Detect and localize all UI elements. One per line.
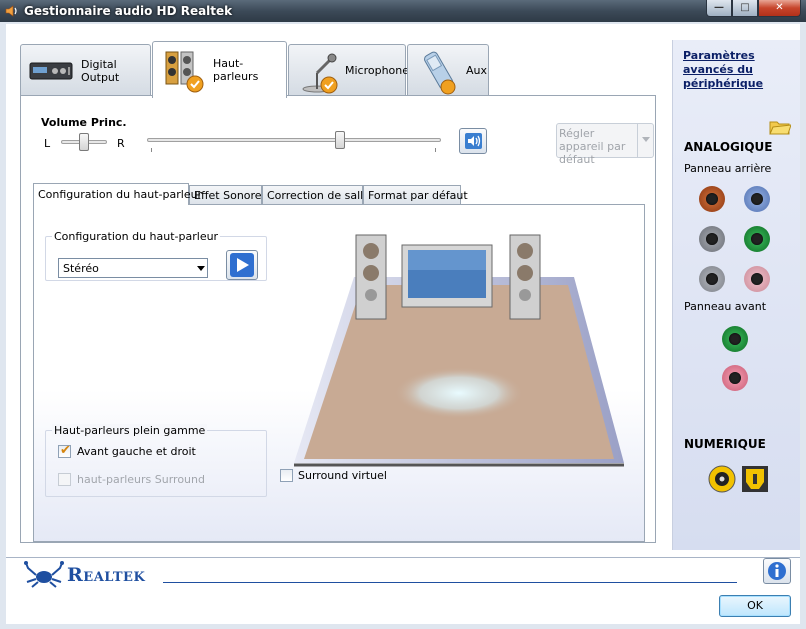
realtek-crab-logo	[24, 561, 64, 588]
speaker-config-group: Configuration du haut-parleur Stéréo	[45, 230, 267, 281]
group-title: Haut-parleurs plein gamme	[52, 424, 208, 437]
subtab-speaker-config[interactable]: Configuration du haut-parleur	[33, 183, 202, 205]
close-button[interactable]: ✕	[758, 0, 801, 17]
balance-slider-thumb[interactable]	[79, 133, 89, 151]
maximize-button[interactable]: □	[732, 0, 758, 17]
chevron-down-icon	[197, 266, 205, 271]
connector-panel: Paramètres avancés du périphérique ANALO…	[672, 40, 800, 550]
tab-speakers[interactable]: Haut-parleurs	[152, 41, 287, 98]
advanced-settings-link[interactable]: Paramètres avancés du périphérique	[683, 49, 800, 91]
speaker-config-panel: Configuration du haut-parleur Stéréo Sur…	[33, 204, 645, 542]
chevron-down-icon	[637, 124, 653, 157]
volume-tick	[151, 148, 152, 152]
speakers-panel: Volume Princ. L R Régler appareil par dé…	[20, 95, 656, 543]
divider	[6, 557, 800, 558]
realtek-brand: Realtek	[67, 564, 146, 586]
volume-tick	[435, 148, 436, 152]
front-pink-jack[interactable]	[722, 365, 748, 391]
mute-button[interactable]	[459, 128, 487, 154]
rear-pink-jack[interactable]	[744, 266, 770, 292]
coaxial-spdif-icon[interactable]	[707, 464, 737, 494]
tab-label: Haut-parleurs	[213, 57, 259, 83]
fullrange-group: Haut-parleurs plein gamme ✔ Avant gauche…	[45, 424, 267, 497]
tab-microphone[interactable]: Microphone	[288, 44, 410, 96]
speaker-config-select[interactable]: Stéréo	[58, 258, 208, 278]
speakers-icon	[165, 51, 204, 93]
group-title: Configuration du haut-parleur	[52, 230, 221, 243]
balance-left-label: L	[44, 137, 51, 150]
tab-label: Microphone	[345, 64, 410, 77]
window-client: Digital Output Haut-parleurs Microphone …	[6, 24, 800, 624]
surround-speakers-label: haut-parleurs Surround	[77, 473, 205, 486]
info-icon	[768, 562, 786, 580]
subtab-default-format[interactable]: Format par défaut	[363, 185, 468, 204]
folder-icon[interactable]	[769, 118, 791, 136]
master-volume-slider[interactable]	[147, 138, 441, 142]
play-test-button[interactable]	[226, 250, 258, 280]
tab-digital-output[interactable]: Digital Output	[20, 44, 151, 96]
ok-button[interactable]: OK	[719, 595, 791, 617]
title-bar: Gestionnaire audio HD Realtek — □ ✕	[0, 0, 806, 22]
tab-label: Aux	[466, 64, 488, 77]
aux-phone-icon	[424, 51, 456, 95]
play-icon	[230, 253, 254, 277]
window-title: Gestionnaire audio HD Realtek	[24, 4, 233, 18]
speaker-app-icon	[5, 5, 17, 17]
tab-aux[interactable]: Aux	[407, 44, 489, 96]
virtual-surround-label: Surround virtuel	[298, 469, 387, 482]
surround-speakers-checkbox[interactable]	[58, 473, 71, 486]
rear-panel-label: Panneau arrière	[684, 162, 772, 175]
checkmark-icon: ✔	[60, 443, 71, 458]
virtual-surround-checkbox[interactable]	[280, 469, 293, 482]
front-speakers-checkbox[interactable]: ✔	[58, 443, 71, 458]
room-speaker-illustration	[294, 234, 624, 467]
tab-label: Digital Output	[81, 57, 120, 84]
subtab-room-correction[interactable]: Correction de salle	[262, 185, 370, 204]
rear-grey-jack[interactable]	[699, 226, 725, 252]
master-volume-thumb[interactable]	[335, 131, 345, 149]
front-panel-label: Panneau avant	[684, 300, 767, 313]
info-button[interactable]	[763, 558, 791, 584]
microphone-icon	[302, 53, 338, 94]
analog-title: ANALOGIQUE	[684, 140, 773, 154]
set-default-label: Régler appareil par défaut	[559, 127, 626, 166]
rear-blue-jack[interactable]	[744, 186, 770, 212]
front-speakers-label: Avant gauche et droit	[77, 445, 196, 458]
balance-right-label: R	[117, 137, 125, 150]
digital-output-device-icon	[29, 62, 73, 80]
digital-title: NUMERIQUE	[684, 437, 766, 451]
optical-spdif-icon[interactable]	[740, 464, 770, 494]
master-volume-label: Volume Princ.	[41, 116, 127, 129]
select-value: Stéréo	[63, 262, 99, 275]
speaker-volume-icon	[465, 133, 482, 149]
rear-grey-jack-2[interactable]	[699, 266, 725, 292]
minimize-button[interactable]: —	[706, 0, 732, 17]
front-green-jack[interactable]	[722, 326, 748, 352]
rear-green-jack[interactable]	[744, 226, 770, 252]
brand-underline	[163, 582, 737, 583]
window-frame: Digital Output Haut-parleurs Microphone …	[0, 22, 806, 629]
set-default-device-button[interactable]: Régler appareil par défaut	[556, 123, 654, 166]
rear-orange-jack[interactable]	[699, 186, 725, 212]
